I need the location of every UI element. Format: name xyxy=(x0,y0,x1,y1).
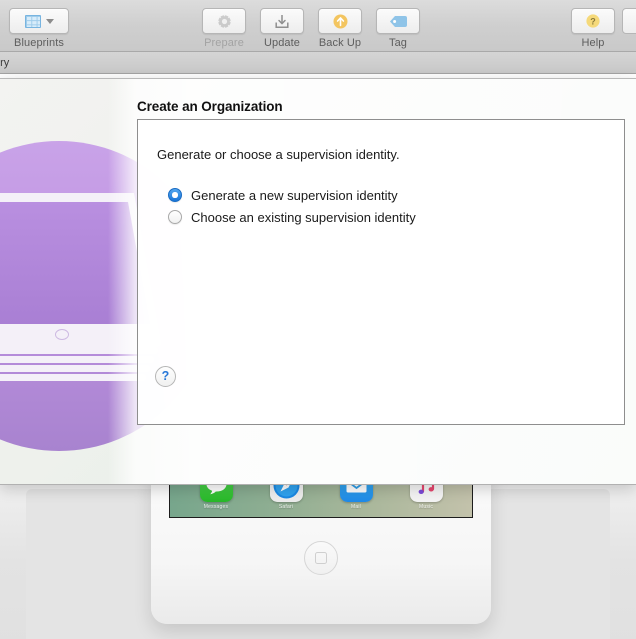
chevron-down-icon xyxy=(45,18,54,24)
blueprints-button[interactable] xyxy=(9,8,69,34)
radio-button[interactable] xyxy=(168,210,182,224)
ipad-home-button xyxy=(304,541,338,575)
blueprints-grid-icon xyxy=(24,14,41,28)
question-circle-icon: ? xyxy=(586,14,600,28)
radio-button[interactable] xyxy=(168,188,182,202)
dock-label: Mail xyxy=(351,504,361,510)
tablet-home-button xyxy=(55,329,69,340)
toolbar: Blueprints Prepare Update Back Up Tag ? … xyxy=(0,0,636,52)
toolbar-item-backup[interactable]: Back Up xyxy=(311,8,369,49)
device-stage: Messages Safari Mail Music xyxy=(0,419,636,639)
toolbar-label: Help xyxy=(581,37,605,49)
supervision-identity-radio-group: Generate a new supervision identity Choo… xyxy=(168,184,416,228)
download-tray-icon xyxy=(275,14,289,28)
toolbar-label: Prepare xyxy=(204,37,244,49)
toolbar-label: Back Up xyxy=(318,37,362,49)
toolbar-item-blueprints[interactable]: Blueprints xyxy=(6,8,72,49)
tag-button[interactable] xyxy=(376,8,420,34)
toolbar-label: Blueprints xyxy=(14,37,64,49)
dock-label: Messages xyxy=(203,504,229,510)
path-bar: ery xyxy=(0,52,636,74)
tag-icon xyxy=(389,15,407,27)
toolbar-button-partial[interactable] xyxy=(622,8,636,34)
toolbar-item-tag[interactable]: Tag xyxy=(369,8,427,49)
toolbar-label: Update xyxy=(263,37,301,49)
radio-label: Generate a new supervision identity xyxy=(191,187,398,203)
home-button-square xyxy=(315,552,327,564)
prepare-button[interactable] xyxy=(202,8,246,34)
tablet-stack-layer xyxy=(0,347,158,354)
sheet-title: Create an Organization xyxy=(137,99,283,114)
dock-label: Music xyxy=(418,504,434,510)
sheet-prompt: Generate or choose a supervision identit… xyxy=(157,147,400,162)
update-button[interactable] xyxy=(260,8,304,34)
help-button[interactable]: ? xyxy=(571,8,615,34)
toolbar-item-update[interactable]: Update xyxy=(253,8,311,49)
create-organization-sheet: Create an Organization Generate or choos… xyxy=(0,78,636,485)
tablet-stack-layer xyxy=(0,374,146,381)
tablet-screen xyxy=(0,202,150,324)
svg-text:?: ? xyxy=(590,16,596,26)
up-arrow-circle-icon xyxy=(333,14,347,28)
toolbar-item-prepare[interactable]: Prepare xyxy=(195,8,253,49)
toolbar-item-help[interactable]: ? Help xyxy=(564,8,622,49)
path-bar-text: ery xyxy=(0,56,10,69)
sheet-content-panel: Generate or choose a supervision identit… xyxy=(137,119,625,425)
sheet-help-icon[interactable]: ? xyxy=(155,366,176,387)
radio-option-generate-new[interactable]: Generate a new supervision identity xyxy=(168,184,416,206)
toolbar-label: Tag xyxy=(388,37,408,49)
tablet-stack-layer xyxy=(0,356,154,363)
back-up-button[interactable] xyxy=(318,8,362,34)
tablet-stack-layer xyxy=(0,365,150,372)
radio-option-choose-existing[interactable]: Choose an existing supervision identity xyxy=(168,206,416,228)
radio-label: Choose an existing supervision identity xyxy=(191,209,416,225)
dock-label: Safari xyxy=(278,504,294,510)
app-window: Messages Safari Mail Music Blueprints Pr… xyxy=(0,0,636,639)
gear-icon xyxy=(217,14,231,28)
